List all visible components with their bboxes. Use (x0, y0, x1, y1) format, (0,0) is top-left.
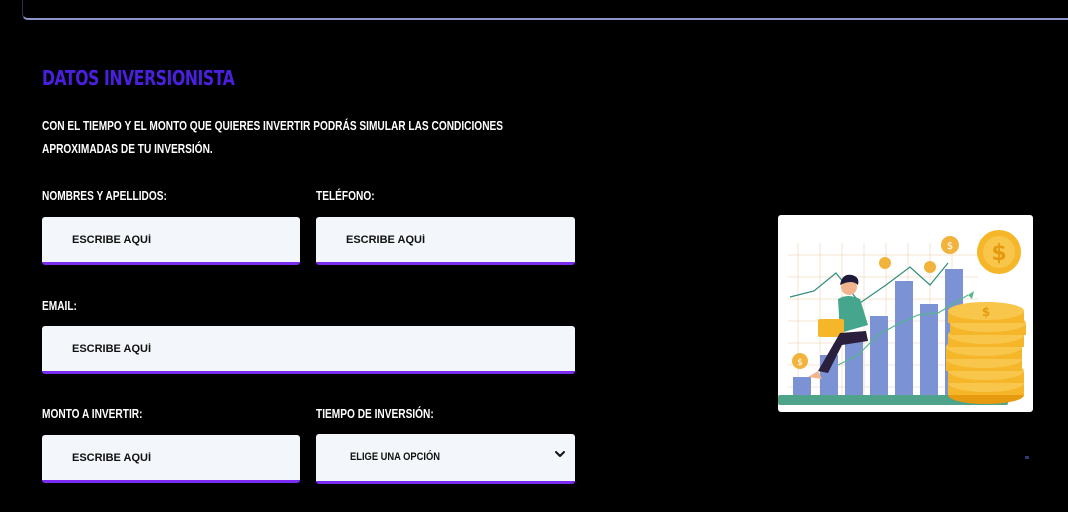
page-title: DATOS INVERSIONISTA (42, 66, 235, 90)
coin-symbol: $ (947, 241, 953, 252)
investment-growth-illustration: $ $ $ $ (778, 215, 1033, 412)
scroll-indicator (1025, 456, 1029, 459)
name-input[interactable] (42, 217, 300, 265)
coin-symbol: $ (797, 358, 803, 368)
chevron-down-icon (555, 451, 565, 457)
name-label: NOMBRES Y APELLIDOS: (42, 188, 167, 203)
investment-growth-icon: $ $ $ $ (778, 230, 1026, 405)
email-input[interactable] (42, 326, 575, 374)
top-divider (22, 0, 1068, 20)
coin-symbol: $ (982, 305, 990, 319)
amount-label: MONTO A INVERTIR: (42, 406, 143, 421)
intro-text: CON EL TIEMPO Y EL MONTO QUE QUIERES INV… (42, 118, 504, 156)
term-select-value: ELIGE UNA OPCIÓN (350, 451, 441, 463)
amount-input[interactable] (42, 435, 300, 483)
term-label: TIEMPO DE INVERSIÓN: (316, 406, 434, 421)
email-label: EMAIL: (42, 298, 77, 313)
term-select[interactable]: ELIGE UNA OPCIÓN (316, 434, 575, 484)
phone-label: TELÉFONO: (316, 188, 375, 203)
phone-input[interactable] (316, 217, 575, 265)
coin-symbol: $ (991, 241, 1006, 266)
